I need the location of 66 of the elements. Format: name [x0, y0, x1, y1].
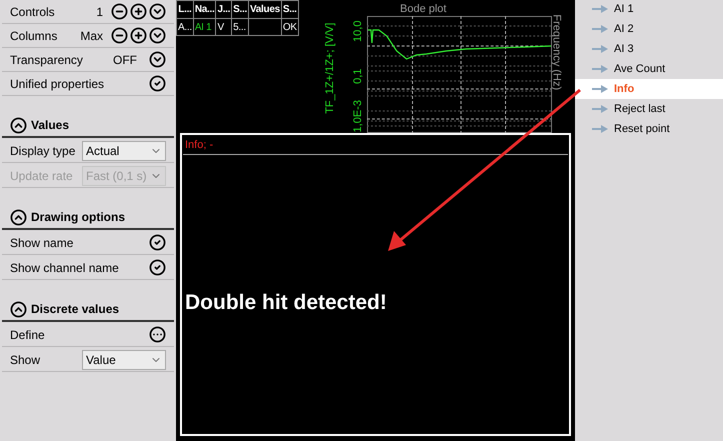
info-header: Info; -: [183, 135, 568, 154]
property-label: Show channel name: [10, 260, 119, 276]
arrow-icon: [592, 105, 608, 113]
dropdown-icon[interactable]: [149, 3, 166, 20]
minus-icon[interactable]: [111, 27, 128, 44]
table-cell: V: [216, 18, 232, 36]
checkbox-icon[interactable]: [149, 234, 166, 251]
property-value: 1: [96, 4, 103, 20]
property-label: Show name: [10, 234, 74, 252]
y-tick-label: 0,1: [350, 68, 365, 86]
channel-item[interactable]: AI 1: [575, 0, 723, 19]
x-axis-label: Frequency (Hz): [549, 13, 564, 92]
dropdown-icon[interactable]: [149, 51, 166, 68]
column-header[interactable]: Values: [248, 0, 282, 18]
section-title: Values: [31, 117, 70, 134]
property-label: Transparency: [10, 52, 83, 68]
channel-item[interactable]: Reset point: [575, 119, 723, 139]
arrow-icon: [592, 65, 608, 73]
checkbox-icon[interactable]: [149, 75, 166, 92]
channel-item[interactable]: Info: [575, 79, 723, 99]
info-message: Double hit detected!: [184, 290, 388, 316]
property-label: Columns: [10, 28, 58, 44]
column-header[interactable]: L...: [176, 0, 194, 18]
dropdown-icon[interactable]: [149, 27, 166, 44]
more-icon[interactable]: [149, 326, 166, 343]
arrow-icon: [592, 85, 608, 93]
channel-item[interactable]: Ave Count: [575, 59, 723, 79]
select-field[interactable]: Value: [82, 350, 166, 370]
channel-item[interactable]: Reject last: [575, 99, 723, 119]
collapse-icon[interactable]: [10, 116, 27, 134]
channel-item[interactable]: AI 2: [575, 19, 723, 39]
section-title: Drawing options: [31, 209, 125, 226]
checkbox-icon[interactable]: [149, 259, 166, 276]
column-header[interactable]: S...: [281, 0, 298, 18]
select-field[interactable]: Actual: [82, 140, 166, 160]
table-cell: [248, 18, 282, 36]
property-label: Define: [10, 326, 45, 344]
plus-icon[interactable]: [130, 3, 147, 20]
property-label: Unified properties: [10, 76, 104, 92]
y-tick-label: 10,0: [350, 20, 365, 44]
property-label: Display type: [10, 142, 76, 160]
minus-icon[interactable]: [111, 3, 128, 20]
plus-icon[interactable]: [130, 27, 147, 44]
column-header[interactable]: S...: [232, 0, 248, 18]
collapse-icon[interactable]: [10, 300, 27, 318]
table-cell: AI 1: [193, 18, 216, 36]
chart-title: Bode plot: [400, 2, 446, 17]
property-label: Update rate: [10, 168, 73, 184]
y-axis-label: TF_1Z+/1Z+; [V/V]: [322, 22, 337, 116]
section-title: Discrete values: [31, 301, 120, 318]
property-label: Show: [10, 352, 40, 368]
collapse-icon[interactable]: [10, 208, 27, 226]
table-cell: OK: [281, 18, 298, 36]
arrow-icon: [592, 5, 608, 13]
channel-item[interactable]: AI 3: [575, 39, 723, 59]
property-value: Max: [80, 28, 103, 44]
arrow-icon: [592, 125, 608, 133]
arrow-icon: [592, 25, 608, 33]
column-header[interactable]: J...: [216, 0, 232, 18]
arrow-icon: [592, 45, 608, 53]
y-tick-label: 1,0E-3: [350, 99, 365, 134]
property-value: OFF: [113, 52, 137, 68]
column-header[interactable]: Na...: [193, 0, 216, 18]
table-cell: A...: [176, 18, 194, 36]
property-label: Controls: [10, 4, 55, 20]
table-cell: 5...: [232, 18, 248, 36]
